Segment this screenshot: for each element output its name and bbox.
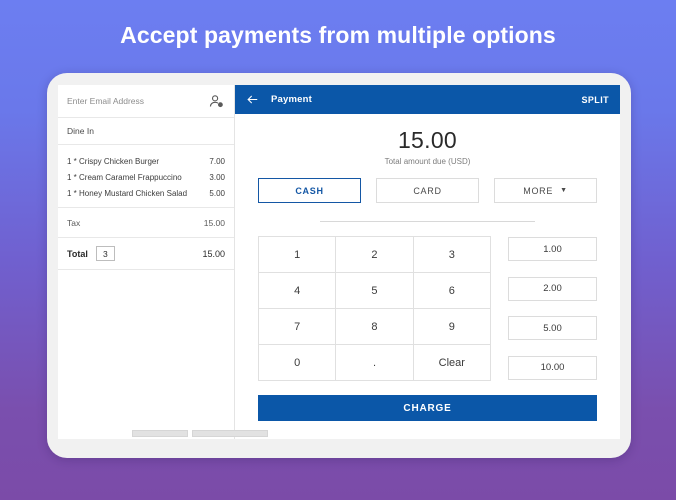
quick-amount-10[interactable]: 10.00 xyxy=(508,355,597,380)
order-summary-panel: Enter Email Address Dine In 1 * Crispy C… xyxy=(58,85,235,439)
key-clear[interactable]: Clear xyxy=(413,345,491,381)
numeric-keypad: 1 2 3 4 5 6 7 8 9 0 . Clear xyxy=(258,236,491,381)
total-item-count[interactable]: 3 xyxy=(95,246,115,261)
split-button[interactable]: SPLIT xyxy=(581,95,609,105)
total-row: Total 3 15.00 xyxy=(58,238,234,270)
email-input-row[interactable]: Enter Email Address xyxy=(58,85,234,118)
list-item[interactable]: 1 * Honey Mustard Chicken Salad 5.00 xyxy=(58,185,234,201)
payment-method-more[interactable]: MORE ▼ xyxy=(494,178,597,203)
item-name: 1 * Honey Mustard Chicken Salad xyxy=(67,188,188,198)
keypad-area: 1 2 3 4 5 6 7 8 9 0 . Clear 1.00 2.00 5.… xyxy=(235,222,620,381)
quick-amount-column: 1.00 2.00 5.00 10.00 xyxy=(508,236,597,381)
item-price: 5.00 xyxy=(209,188,225,198)
key-4[interactable]: 4 xyxy=(259,273,337,309)
chevron-down-icon: ▼ xyxy=(560,187,568,194)
key-5[interactable]: 5 xyxy=(336,273,414,309)
amount-due-block: 15.00 Total amount due (USD) xyxy=(235,114,620,176)
order-type-row[interactable]: Dine In xyxy=(58,118,234,145)
key-9[interactable]: 9 xyxy=(413,309,491,345)
charge-button[interactable]: CHARGE xyxy=(258,395,597,421)
payment-panel: Payment SPLIT 15.00 Total amount due (US… xyxy=(235,85,620,439)
quick-amount-2[interactable]: 2.00 xyxy=(508,276,597,301)
item-price: 3.00 xyxy=(209,172,225,182)
amount-due-value: 15.00 xyxy=(397,127,458,153)
payment-method-card[interactable]: CARD xyxy=(376,178,479,203)
quick-amount-5[interactable]: 5.00 xyxy=(508,316,597,341)
item-name: 1 * Cream Caramel Frappuccino xyxy=(67,172,182,182)
order-panel-spacer xyxy=(58,270,234,439)
tablet-device-frame: Enter Email Address Dine In 1 * Crispy C… xyxy=(47,73,631,458)
app-bar: Payment SPLIT xyxy=(235,85,620,114)
list-item[interactable]: 1 * Crispy Chicken Burger 7.00 xyxy=(58,153,234,169)
tablet-tab-left xyxy=(132,430,188,437)
key-7[interactable]: 7 xyxy=(259,309,337,345)
promo-headline: Accept payments from multiple options xyxy=(120,22,556,48)
key-2[interactable]: 2 xyxy=(336,237,414,273)
amount-due-caption: Total amount due (USD) xyxy=(384,157,471,166)
arrow-left-icon[interactable] xyxy=(246,93,259,106)
key-1[interactable]: 1 xyxy=(259,237,337,273)
key-decimal[interactable]: . xyxy=(336,345,414,381)
key-0[interactable]: 0 xyxy=(259,345,337,381)
total-amount: 15.00 xyxy=(202,248,225,259)
tablet-screen: Enter Email Address Dine In 1 * Crispy C… xyxy=(58,85,620,439)
payment-method-row: CASH CARD MORE ▼ xyxy=(235,178,620,203)
tablet-bottom-tabs xyxy=(132,430,268,437)
charge-button-wrap: CHARGE xyxy=(235,381,620,421)
payment-method-cash[interactable]: CASH xyxy=(258,178,361,203)
key-3[interactable]: 3 xyxy=(413,237,491,273)
email-input[interactable]: Enter Email Address xyxy=(67,96,144,106)
order-type-label: Dine In xyxy=(67,126,94,136)
payment-method-card-label: CARD xyxy=(413,185,442,196)
tablet-tab-right xyxy=(192,430,268,437)
list-item[interactable]: 1 * Cream Caramel Frappuccino 3.00 xyxy=(58,169,234,185)
page-title: Payment xyxy=(271,94,313,105)
key-8[interactable]: 8 xyxy=(336,309,414,345)
item-name: 1 * Crispy Chicken Burger xyxy=(67,156,160,166)
payment-method-more-label: MORE xyxy=(523,185,554,196)
order-items-list: 1 * Crispy Chicken Burger 7.00 1 * Cream… xyxy=(58,145,234,208)
quick-amount-1[interactable]: 1.00 xyxy=(508,237,597,261)
payment-method-cash-label: CASH xyxy=(295,185,324,196)
total-label: Total xyxy=(67,248,88,259)
person-add-icon[interactable] xyxy=(208,93,225,110)
item-price: 7.00 xyxy=(209,156,225,166)
tax-amount: 15.00 xyxy=(203,217,225,228)
key-6[interactable]: 6 xyxy=(413,273,491,309)
tax-label: Tax xyxy=(67,217,81,228)
tax-row: Tax 15.00 xyxy=(58,208,234,238)
